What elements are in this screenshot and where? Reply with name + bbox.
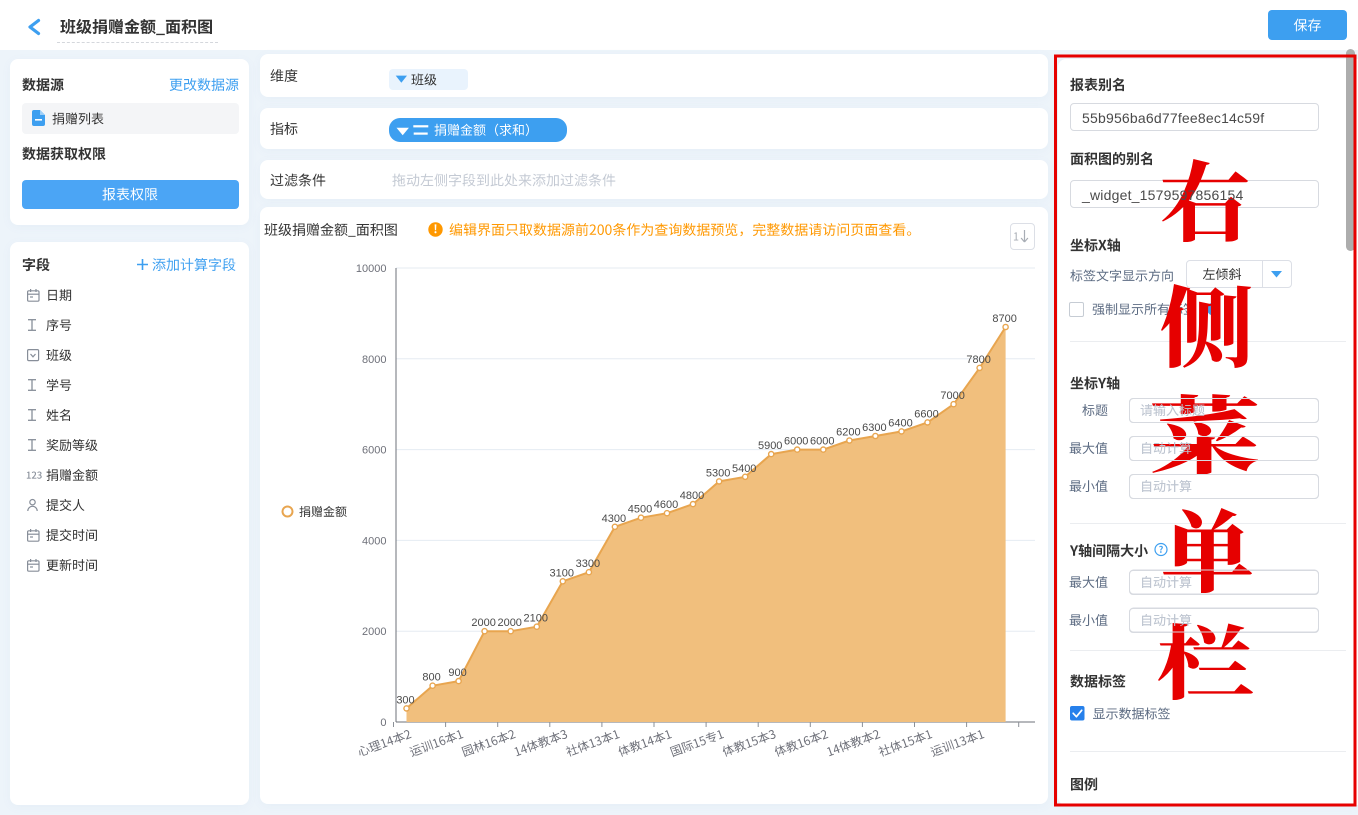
svg-text:300: 300 [396, 694, 414, 706]
svg-text:800: 800 [422, 672, 440, 684]
svg-text:8000: 8000 [362, 354, 386, 366]
svg-text:5900: 5900 [758, 440, 782, 452]
svg-text:4800: 4800 [680, 490, 704, 502]
svg-text:7000: 7000 [940, 390, 964, 402]
svg-text:6000: 6000 [810, 436, 834, 448]
svg-text:4600: 4600 [654, 499, 678, 511]
svg-text:6000: 6000 [784, 436, 808, 448]
svg-text:6600: 6600 [914, 408, 938, 420]
svg-text:900: 900 [448, 667, 466, 679]
svg-text:6000: 6000 [362, 445, 386, 457]
svg-text:2100: 2100 [524, 613, 548, 625]
svg-text:6300: 6300 [862, 422, 886, 434]
svg-text:2000: 2000 [471, 617, 495, 629]
svg-text:2000: 2000 [497, 617, 521, 629]
svg-text:6200: 6200 [836, 427, 860, 439]
svg-text:7800: 7800 [966, 354, 990, 366]
svg-text:0: 0 [380, 717, 386, 729]
svg-text:2000: 2000 [362, 626, 386, 638]
svg-text:5300: 5300 [706, 467, 730, 479]
svg-text:8700: 8700 [992, 313, 1016, 325]
svg-text:4000: 4000 [362, 535, 386, 547]
svg-text:4300: 4300 [602, 513, 626, 525]
svg-text:5400: 5400 [732, 463, 756, 475]
svg-text:4500: 4500 [628, 504, 652, 516]
svg-text:6400: 6400 [888, 417, 912, 429]
svg-text:3300: 3300 [576, 558, 600, 570]
svg-text:3100: 3100 [550, 567, 574, 579]
svg-text:10000: 10000 [356, 263, 387, 275]
